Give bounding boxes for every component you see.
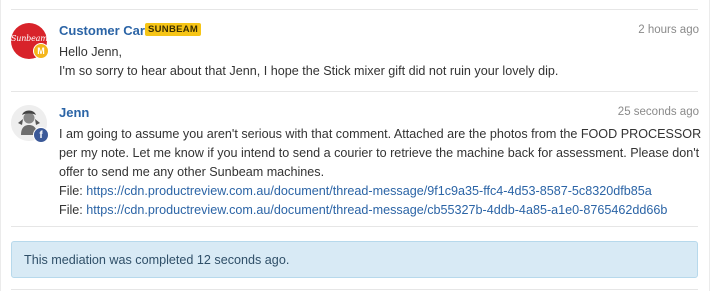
divider: [11, 9, 698, 10]
avatar-customer-care[interactable]: Sunbeam M: [11, 23, 49, 59]
message-text: I am going to assume you aren't serious …: [59, 127, 702, 179]
facebook-icon: f: [33, 127, 49, 143]
message-timestamp: 25 seconds ago: [617, 106, 699, 118]
thread-border-left: [0, 0, 1, 291]
author-name-customer-care[interactable]: Customer Care: [59, 23, 152, 38]
sunbeam-logo: Sunbeam: [11, 34, 48, 43]
attachment-link[interactable]: https://cdn.productreview.com.au/documen…: [86, 203, 667, 217]
mediation-complete-alert: This mediation was completed 12 seconds …: [11, 241, 698, 278]
thread-border-right: [709, 0, 710, 291]
attachment-row: File: https://cdn.productreview.com.au/d…: [59, 182, 709, 201]
message-line: I'm so sorry to hear about that Jenn, I …: [59, 64, 559, 78]
avatar-jenn[interactable]: f: [11, 105, 49, 143]
divider: [11, 226, 698, 227]
attachment-label: File:: [59, 203, 83, 217]
message-body: I am going to assume you aren't serious …: [59, 125, 709, 220]
moderator-badge-icon: M: [33, 43, 49, 59]
divider: [11, 289, 698, 290]
message-body: Hello Jenn, I'm so sorry to hear about t…: [59, 43, 709, 81]
author-name-jenn[interactable]: Jenn: [59, 105, 89, 120]
message-line: Hello Jenn,: [59, 45, 123, 59]
brand-badge: SUNBEAM: [145, 23, 202, 36]
attachment-label: File:: [59, 184, 83, 198]
attachment-link[interactable]: https://cdn.productreview.com.au/documen…: [86, 184, 651, 198]
divider: [11, 91, 698, 92]
attachment-row: File: https://cdn.productreview.com.au/d…: [59, 201, 709, 220]
message-timestamp: 2 hours ago: [638, 24, 699, 36]
